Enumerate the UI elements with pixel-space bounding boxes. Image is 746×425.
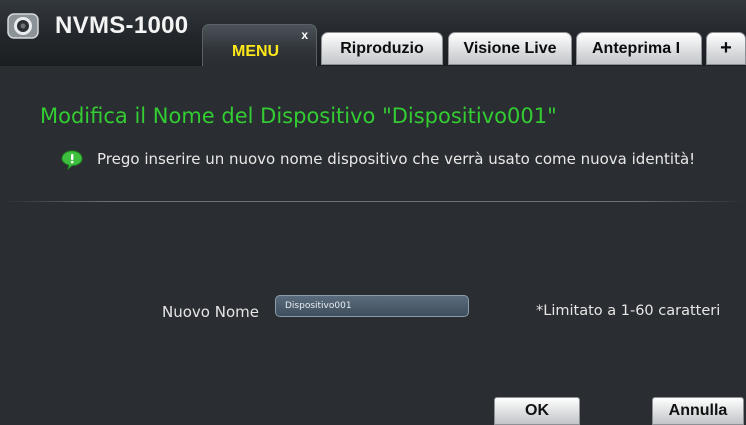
tab-menu-label: MENU	[232, 43, 280, 60]
cancel-button[interactable]: Annulla	[652, 397, 744, 425]
add-tab-button[interactable]: +	[706, 32, 746, 65]
page-title: Modifica il Nome del Dispositivo "Dispos…	[40, 104, 557, 128]
tab-playback[interactable]: Riproduzio	[321, 32, 443, 65]
tab-preview[interactable]: Anteprima I	[576, 32, 702, 65]
plus-icon: +	[720, 37, 732, 59]
divider	[0, 201, 746, 202]
speech-bubble-icon	[61, 150, 83, 170]
webcam-icon	[7, 13, 39, 39]
close-tab-icon[interactable]: x	[301, 28, 308, 42]
new-name-input[interactable]	[275, 295, 469, 317]
instruction-text: Prego inserire un nuovo nome dispositivo…	[97, 150, 696, 168]
app-title: NVMS-1000	[55, 12, 189, 39]
tab-live-view-label: Visione Live	[463, 39, 557, 57]
character-limit-note: *Limitato a 1-60 caratteri	[536, 303, 721, 319]
tab-live-view[interactable]: Visione Live	[448, 32, 572, 65]
tab-menu[interactable]: MENU x	[202, 24, 317, 66]
ok-button[interactable]: OK	[494, 397, 580, 425]
new-name-label: Nuovo Nome	[162, 303, 259, 321]
tab-preview-label: Anteprima I	[592, 39, 681, 57]
tab-playback-label: Riproduzio	[340, 39, 424, 57]
title-bar: NVMS-1000 MENU x Riproduzio Visione Live…	[0, 0, 746, 66]
